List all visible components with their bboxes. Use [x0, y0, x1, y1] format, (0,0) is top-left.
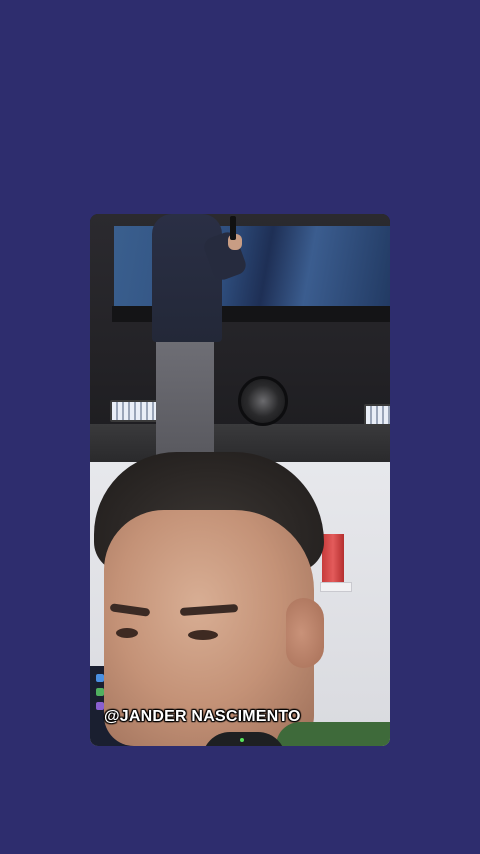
- monitor-app-icon: [96, 688, 104, 696]
- spot-light: [238, 376, 288, 426]
- monitor-app-icon: [96, 674, 104, 682]
- presenter-body: [152, 214, 222, 342]
- stage-light-left: [110, 400, 158, 422]
- stage-light-right: [364, 404, 390, 426]
- stage-recording: [90, 214, 390, 462]
- bookshelf-books: [322, 534, 344, 584]
- monitor-app-icon: [96, 702, 104, 710]
- person-ear: [286, 598, 324, 668]
- person-eye-left: [116, 628, 138, 638]
- presenter-legs: [156, 336, 214, 462]
- person-eye-right: [188, 630, 218, 640]
- wall-shelf: [320, 582, 352, 592]
- video-player[interactable]: @JANDER NASCIMENTO: [90, 214, 390, 746]
- microphone-status-light: [240, 738, 244, 742]
- app-screen: @JANDER NASCIMENTO: [0, 0, 480, 854]
- handheld-microphone: [230, 216, 236, 240]
- video-caption: @JANDER NASCIMENTO: [104, 708, 301, 725]
